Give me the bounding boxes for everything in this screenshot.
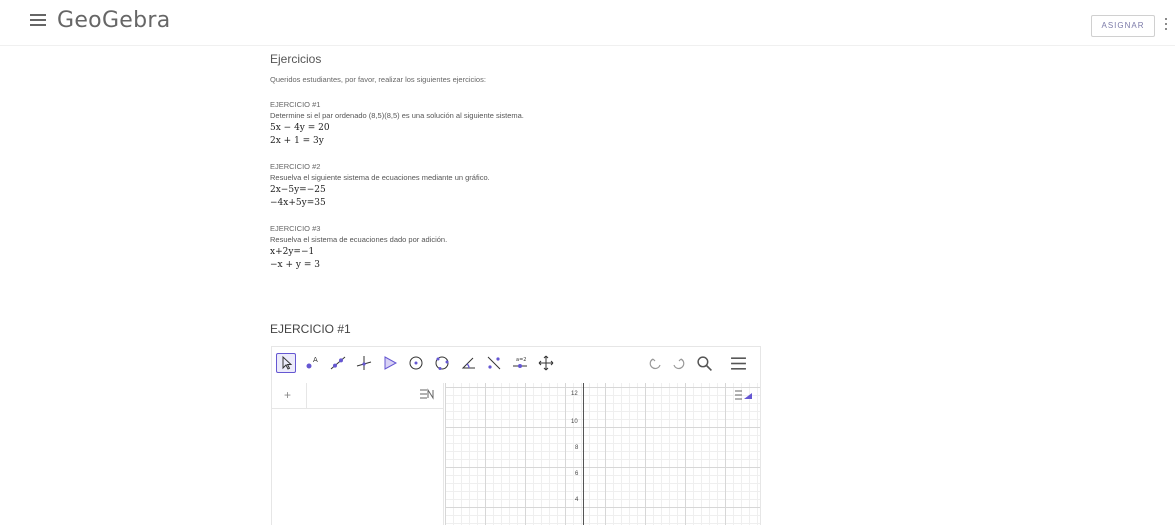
exercise-description: Determine si el par ordenado (8,5)(8,5) … (270, 111, 524, 120)
svg-text:a=2: a=2 (516, 357, 526, 363)
equation: −4x+5y=35 (270, 198, 326, 208)
menu-icon[interactable] (728, 353, 748, 373)
y-tick-label: 12 (571, 391, 578, 397)
exercise-title: EJERCICIO #3 (270, 224, 321, 233)
style-bar-toggle-icon[interactable] (734, 387, 754, 403)
geogebra-logo[interactable]: GeoGebra (57, 8, 171, 33)
add-icon[interactable]: + (284, 388, 291, 402)
exercise-block: EJERCICIO #1 Determine si el par ordenad… (270, 100, 810, 146)
exercise-description: Resuelva el sistema de ecuaciones dado p… (270, 235, 448, 244)
equation: 5x − 4y = 20 (270, 123, 330, 133)
hamburger-menu-icon[interactable] (30, 14, 46, 28)
reflect-tool-icon[interactable] (484, 353, 504, 373)
search-icon[interactable] (694, 353, 714, 373)
activity-content: Ejercicios Queridos estudiantes, por fav… (270, 52, 810, 270)
circle-three-points-tool-icon[interactable] (432, 353, 452, 373)
polygon-tool-icon[interactable] (380, 353, 400, 373)
redo-icon[interactable] (668, 353, 688, 373)
line-tool-icon[interactable] (328, 353, 348, 373)
exercise-title: EJERCICIO #2 (270, 162, 321, 171)
top-bar: GeoGebra ASIGNAR (0, 0, 1175, 46)
algebra-view[interactable]: + (272, 383, 444, 525)
move-graphics-tool-icon[interactable] (536, 353, 556, 373)
more-options-icon[interactable] (1165, 18, 1169, 34)
undo-icon[interactable] (646, 353, 666, 373)
circle-tool-icon[interactable] (406, 353, 426, 373)
exercise-block: EJERCICIO #2 Resuelva el siguiente siste… (270, 162, 810, 208)
exercise-block: EJERCICIO #3 Resuelva el sistema de ecua… (270, 224, 810, 270)
applet-toolbar: A a=2 (272, 347, 760, 383)
equation: x+2y=−1 (270, 247, 315, 257)
graphics-view[interactable]: 12 10 8 6 4 (445, 383, 760, 525)
activity-title: Ejercicios (270, 52, 322, 66)
y-tick-label: 8 (575, 445, 579, 451)
y-tick-label: 6 (575, 471, 579, 477)
exercise-title: EJERCICIO #1 (270, 100, 321, 109)
assign-button[interactable]: ASIGNAR (1091, 15, 1155, 37)
geogebra-applet[interactable]: A a=2 + 12 10 8 6 4 (271, 346, 761, 525)
y-tick-label: 4 (575, 497, 579, 503)
equation: −x + y = 3 (270, 260, 320, 270)
equation: 2x−5y=−25 (270, 185, 326, 195)
move-tool-icon[interactable] (276, 353, 296, 373)
intro-text: Queridos estudiantes, por favor, realiza… (270, 75, 486, 84)
algebra-input[interactable] (306, 383, 410, 409)
section-title: EJERCICIO #1 (270, 322, 351, 336)
exercise-description: Resuelva el siguiente sistema de ecuacio… (270, 173, 490, 182)
angle-tool-icon[interactable] (458, 353, 478, 373)
y-axis (583, 383, 584, 525)
algebra-input-row: + (272, 383, 444, 409)
equation: 2x + 1 = 3y (270, 136, 324, 146)
slider-tool-icon[interactable]: a=2 (510, 353, 530, 373)
svg-text:A: A (313, 356, 318, 364)
point-tool-icon[interactable]: A (302, 353, 322, 373)
perpendicular-tool-icon[interactable] (354, 353, 374, 373)
algebra-menu-icon[interactable] (418, 385, 436, 403)
y-tick-label: 10 (571, 419, 578, 425)
